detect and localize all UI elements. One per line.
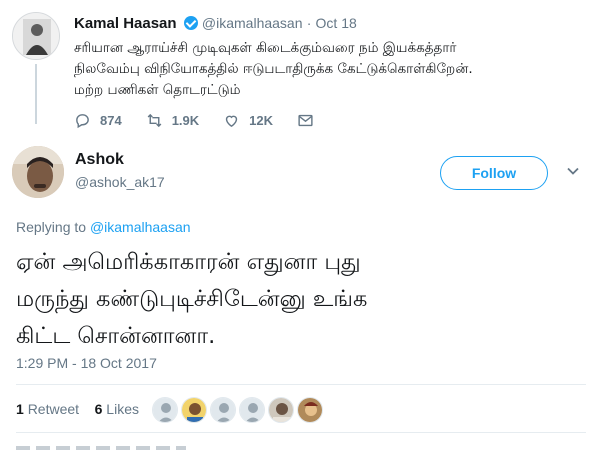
liker-avatar[interactable] (239, 397, 265, 423)
main-avatar[interactable] (12, 146, 64, 198)
cut-off-action-bar (16, 446, 186, 450)
retweet-count: 1.9K (171, 112, 200, 128)
reply-icon (76, 113, 89, 128)
parent-text-line: நிலவேம்பு விநியோகத்தில் ஈடுபடாதிருக்க கே… (74, 61, 473, 77)
parent-header: Kamal Haasan @ikamalhaasan · Oct 18 (74, 14, 357, 33)
parent-author-name[interactable]: Kamal Haasan (74, 15, 177, 32)
replying-prefix: Replying to (16, 219, 90, 235)
chevron-down-icon[interactable] (566, 164, 580, 178)
liker-avatar[interactable] (210, 397, 236, 423)
replying-to-line: Replying to @ikamalhaasan (16, 219, 191, 235)
liker-avatar[interactable] (152, 397, 178, 423)
retweets-stat[interactable]: 1 Retweet (16, 401, 79, 417)
tweet-timestamp[interactable]: 1:29 PM - 18 Oct 2017 (16, 355, 157, 371)
tweet-stats: 1 Retweet 6 Likes (16, 401, 139, 417)
parent-text-line: மற்ற பணிகள் தொடரட்டும் (74, 82, 241, 98)
like-count: 12K (249, 112, 274, 128)
parent-avatar[interactable] (12, 12, 60, 60)
liker-avatar[interactable] (181, 397, 207, 423)
direct-message-button[interactable] (297, 112, 323, 129)
reply-button[interactable]: 874 (74, 112, 122, 129)
main-tweet-text: ஏன் அமெரிக்காகாரன் எதுனா புது மருந்து கண… (16, 244, 586, 355)
verified-icon (183, 16, 198, 30)
message-icon (298, 114, 313, 126)
parent-action-bar: 874 1.9K 12K (74, 110, 347, 130)
follow-button[interactable]: Follow (440, 156, 548, 190)
divider-bottom (16, 432, 586, 433)
main-author-name[interactable]: Ashok (75, 151, 124, 169)
retweet-icon (147, 113, 162, 127)
liker-avatar[interactable] (268, 397, 294, 423)
replying-mention-link[interactable]: @ikamalhaasan (90, 219, 191, 235)
like-icon (226, 115, 238, 127)
retweet-button[interactable]: 1.9K (146, 112, 199, 129)
like-button[interactable]: 12K (223, 112, 273, 129)
parent-tweet-text: சரியான ஆராய்ச்சி முடிவுகள் கிடைக்கும்வரை… (74, 38, 589, 101)
liker-avatar[interactable] (297, 397, 323, 423)
separator-dot: · (306, 15, 312, 31)
likes-stat[interactable]: 6 Likes (95, 401, 139, 417)
liker-avatars (152, 397, 326, 423)
divider-top (16, 384, 586, 385)
parent-handle[interactable]: @ikamalhaasan (202, 15, 303, 31)
parent-text-line: சரியான ஆராய்ச்சி முடிவுகள் கிடைக்கும்வரை… (74, 40, 457, 56)
main-text-line: மருந்து கண்டுபுடிச்சிடேன்னு உங்க (16, 286, 368, 312)
thread-line (35, 64, 37, 124)
parent-date[interactable]: Oct 18 (316, 15, 357, 31)
reply-count: 874 (100, 112, 122, 128)
main-handle[interactable]: @ashok_ak17 (75, 174, 165, 190)
main-text-line: கிட்ட சொன்னானா. (16, 323, 216, 349)
parent-tweet[interactable]: Kamal Haasan @ikamalhaasan · Oct 18 சரிய… (0, 0, 600, 140)
main-text-line: ஏன் அமெரிக்காகாரன் எதுனா புது (16, 249, 361, 275)
